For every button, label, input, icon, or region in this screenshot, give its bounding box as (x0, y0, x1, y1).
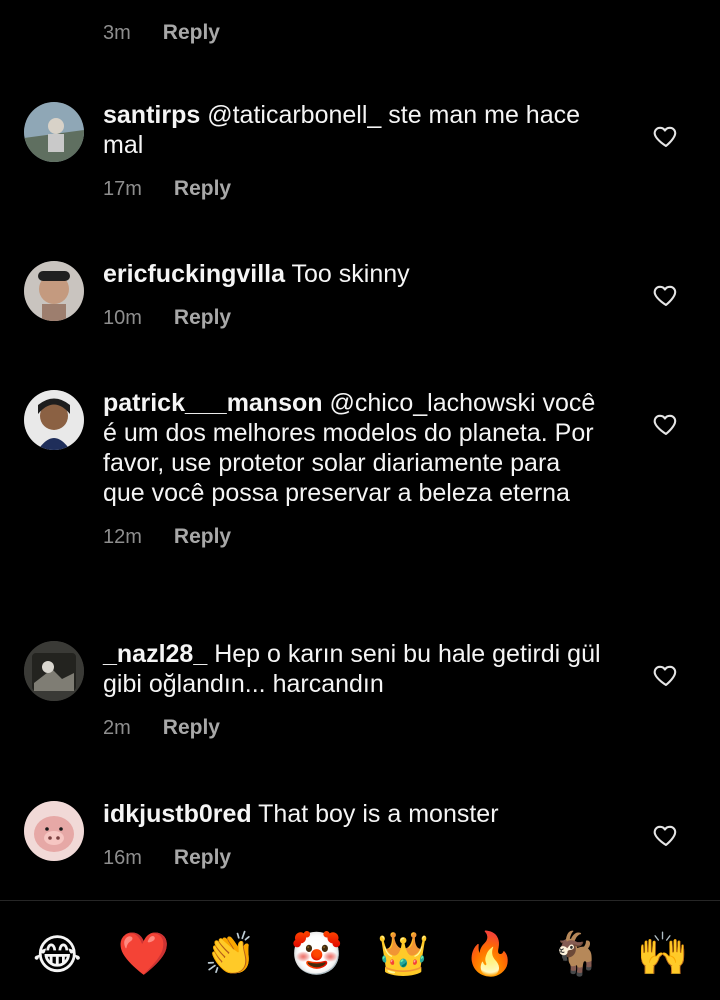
comment-body: idkjustb0red That boy is a monster 16m R… (103, 799, 603, 873)
avatar[interactable] (24, 261, 84, 321)
comments-screen: 3m Reply santirps @taticarbonell_ ste ma… (0, 0, 720, 1000)
previous-comment-meta: 3m Reply (103, 18, 220, 48)
heart-icon[interactable] (652, 821, 680, 849)
avatar[interactable] (24, 390, 84, 450)
comment-text: patrick___manson @chico_lachowski você é… (103, 388, 603, 508)
crown-icon[interactable]: 👑 (376, 927, 430, 981)
reply-button[interactable]: Reply (163, 21, 220, 45)
comment-time: 3m (103, 21, 131, 44)
comment-time: 16m (103, 846, 142, 869)
fire-icon[interactable]: 🔥 (463, 927, 517, 981)
comment-time: 17m (103, 177, 142, 200)
heart-icon[interactable] (652, 410, 680, 438)
comment-username[interactable]: _nazl28_ (103, 640, 207, 668)
heart-icon[interactable] (652, 661, 680, 689)
comment-username[interactable]: patrick___manson (103, 389, 323, 417)
comment-time: 12m (103, 525, 142, 548)
comment-message: That boy is a monster (251, 800, 499, 828)
reply-button[interactable]: Reply (163, 716, 220, 740)
emoji-bar-divider (0, 900, 720, 901)
comment-text: idkjustb0red That boy is a monster (103, 799, 603, 829)
comment-meta: 2m Reply (103, 713, 603, 743)
heart-icon[interactable] (652, 122, 680, 150)
comment-body: ericfuckingvilla Too skinny 10m Reply (103, 259, 603, 333)
raising-hands-icon[interactable]: 🙌 (636, 927, 690, 981)
comment-meta: 10m Reply (103, 303, 603, 333)
reply-button[interactable]: Reply (174, 177, 231, 201)
comment-time: 10m (103, 306, 142, 329)
comment-message: Too skinny (285, 260, 410, 288)
comment-meta: 16m Reply (103, 843, 603, 873)
comment-body: _nazl28_ Hep o karın seni bu hale getird… (103, 639, 603, 743)
quick-emoji-bar: 😂 ❤️ 👏 🤡 👑 🔥 🐐 🙌 (0, 918, 720, 990)
comment-username[interactable]: ericfuckingvilla (103, 260, 285, 288)
clown-face-icon[interactable]: 🤡 (290, 927, 344, 981)
avatar[interactable] (24, 801, 84, 861)
comment-username[interactable]: idkjustb0red (103, 800, 252, 828)
reply-button[interactable]: Reply (174, 846, 231, 870)
avatar[interactable] (24, 641, 84, 701)
clapping-hands-icon[interactable]: 👏 (203, 927, 257, 981)
avatar[interactable] (24, 102, 84, 162)
comment-username[interactable]: santirps (103, 101, 200, 129)
goat-icon[interactable]: 🐐 (549, 927, 603, 981)
comment-time: 2m (103, 716, 131, 739)
tears-of-joy-icon[interactable]: 😂 (30, 927, 84, 981)
reply-button[interactable]: Reply (174, 525, 231, 549)
red-heart-icon[interactable]: ❤️ (117, 927, 171, 981)
comment-body: patrick___manson @chico_lachowski você é… (103, 388, 603, 552)
reply-button[interactable]: Reply (174, 306, 231, 330)
comment-text: santirps @taticarbonell_ ste man me hace… (103, 100, 603, 160)
comment-meta: 17m Reply (103, 174, 603, 204)
comment-body: santirps @taticarbonell_ ste man me hace… (103, 100, 603, 204)
comment-text: _nazl28_ Hep o karın seni bu hale getird… (103, 639, 603, 699)
comment-text: ericfuckingvilla Too skinny (103, 259, 603, 289)
comment-meta: 12m Reply (103, 522, 603, 552)
heart-icon[interactable] (652, 281, 680, 309)
